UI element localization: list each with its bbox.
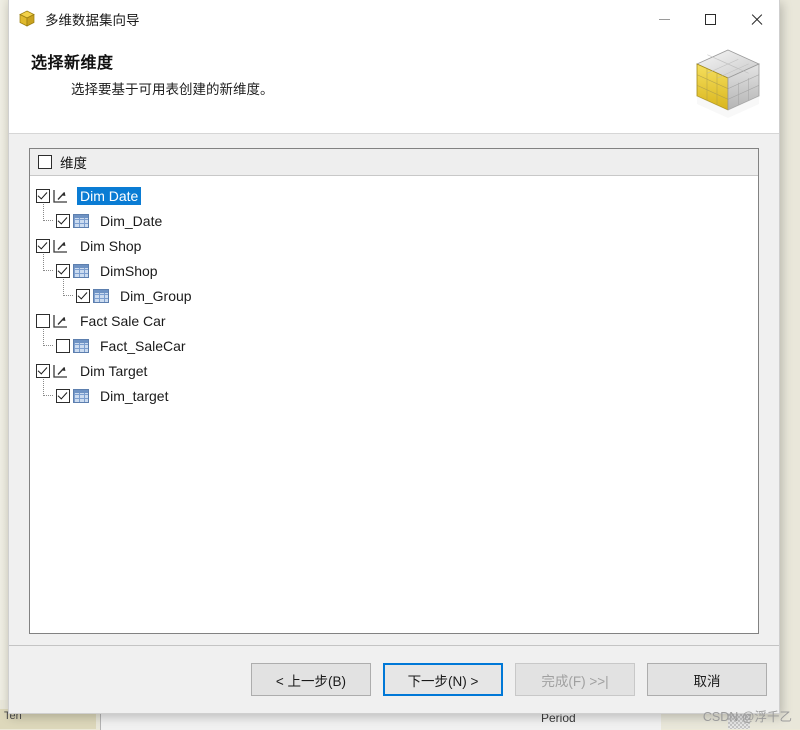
tree-node-checkbox[interactable] bbox=[36, 188, 50, 203]
table-icon bbox=[73, 338, 89, 353]
dimension-icon bbox=[52, 238, 69, 254]
table-icon bbox=[73, 213, 89, 228]
maximize-button[interactable] bbox=[687, 0, 733, 38]
finish-button[interactable]: 完成(F) >>| bbox=[515, 663, 635, 696]
tree-node-checkbox[interactable] bbox=[36, 363, 50, 378]
tree-node-checkbox[interactable] bbox=[56, 213, 70, 228]
tree-node-indent bbox=[36, 379, 56, 408]
tree-connector bbox=[56, 279, 76, 308]
tree-node-checkbox[interactable] bbox=[56, 388, 70, 403]
tree-node[interactable]: Dim Date bbox=[36, 183, 758, 208]
minimize-button[interactable] bbox=[641, 0, 687, 38]
tree-node-label: Dim_Date bbox=[100, 212, 163, 229]
tree-node-checkbox[interactable] bbox=[76, 288, 90, 303]
wizard-header: 选择新维度 选择要基于可用表创建的新维度。 bbox=[9, 38, 779, 134]
tree-node[interactable]: Dim_Date bbox=[36, 204, 758, 233]
dimension-list-frame: 维度 Dim Date Dim_Date Dim Shop DimShop Dim_Gr… bbox=[29, 148, 759, 634]
minimize-icon bbox=[658, 18, 670, 20]
dimension-icon bbox=[52, 313, 69, 329]
tree-connector bbox=[36, 204, 56, 233]
tree-node[interactable]: Dim Shop bbox=[36, 233, 758, 258]
tree-node[interactable]: Dim Target bbox=[36, 358, 758, 383]
tree-node-checkbox[interactable] bbox=[56, 338, 70, 353]
tree-node-label: Dim_Group bbox=[120, 287, 192, 304]
table-icon bbox=[73, 388, 89, 403]
tree-node-label: Dim_target bbox=[100, 387, 169, 404]
tree-node[interactable]: Dim_target bbox=[36, 379, 758, 408]
tree-node-label: Fact_SaleCar bbox=[100, 337, 186, 354]
select-all-checkbox[interactable] bbox=[38, 155, 52, 169]
dimension-list-header[interactable]: 维度 bbox=[30, 149, 758, 176]
dimension-icon bbox=[52, 363, 69, 379]
tree-node-checkbox[interactable] bbox=[36, 238, 50, 253]
tree-node[interactable]: Fact Sale Car bbox=[36, 308, 758, 333]
window-title: 多维数据集向导 bbox=[45, 13, 140, 28]
window-controls bbox=[641, 0, 779, 38]
wizard-footer: < 上一步(B) 下一步(N) > 完成(F) >>| 取消 bbox=[9, 645, 779, 713]
tree-connector bbox=[36, 254, 56, 283]
cancel-button[interactable]: 取消 bbox=[647, 663, 767, 696]
tree-node[interactable]: DimShop bbox=[36, 254, 758, 283]
table-icon bbox=[73, 263, 89, 278]
page-subtitle: 选择要基于可用表创建的新维度。 bbox=[71, 82, 274, 97]
tree-connector bbox=[36, 379, 56, 408]
tree-node-label: Dim Shop bbox=[80, 237, 142, 254]
cube-wizard-window: 多维数据集向导 选择新维度 选择要基于可用表创建的新维度。 维度 Dim Dat… bbox=[8, 0, 780, 714]
tree-node[interactable]: Fact_SaleCar bbox=[36, 329, 758, 358]
tree-node-indent bbox=[36, 329, 56, 358]
page-title: 选择新维度 bbox=[31, 55, 114, 72]
title-bar[interactable]: 多维数据集向导 bbox=[9, 0, 779, 38]
dimension-tree[interactable]: Dim Date Dim_Date Dim Shop DimShop Dim_Group… bbox=[30, 176, 758, 633]
cube-icon bbox=[689, 44, 767, 124]
close-icon bbox=[750, 13, 763, 26]
table-icon bbox=[93, 288, 109, 303]
back-button[interactable]: < 上一步(B) bbox=[251, 663, 371, 696]
tree-node-label: Dim Date bbox=[77, 186, 142, 205]
tree-node[interactable]: Dim_Group bbox=[36, 279, 758, 308]
tree-node-indent bbox=[36, 279, 76, 308]
tree-node-label: Dim Target bbox=[80, 362, 148, 379]
watermark: CSDN @浮千乙 bbox=[702, 710, 792, 724]
tree-node-label: Fact Sale Car bbox=[80, 312, 166, 329]
tree-node-checkbox[interactable] bbox=[56, 263, 70, 278]
tree-node-label: DimShop bbox=[100, 262, 158, 279]
next-button[interactable]: 下一步(N) > bbox=[383, 663, 503, 696]
dimension-column-label: 维度 bbox=[60, 156, 87, 171]
close-button[interactable] bbox=[733, 0, 779, 38]
maximize-icon bbox=[704, 13, 716, 25]
cube-icon bbox=[17, 9, 37, 29]
tree-connector bbox=[36, 329, 56, 358]
tree-node-checkbox[interactable] bbox=[36, 313, 50, 328]
dimension-icon bbox=[52, 188, 69, 204]
tree-node-indent bbox=[36, 254, 56, 283]
wizard-content: 维度 Dim Date Dim_Date Dim Shop DimShop Dim_Gr… bbox=[9, 134, 779, 645]
tree-node-indent bbox=[36, 204, 56, 233]
